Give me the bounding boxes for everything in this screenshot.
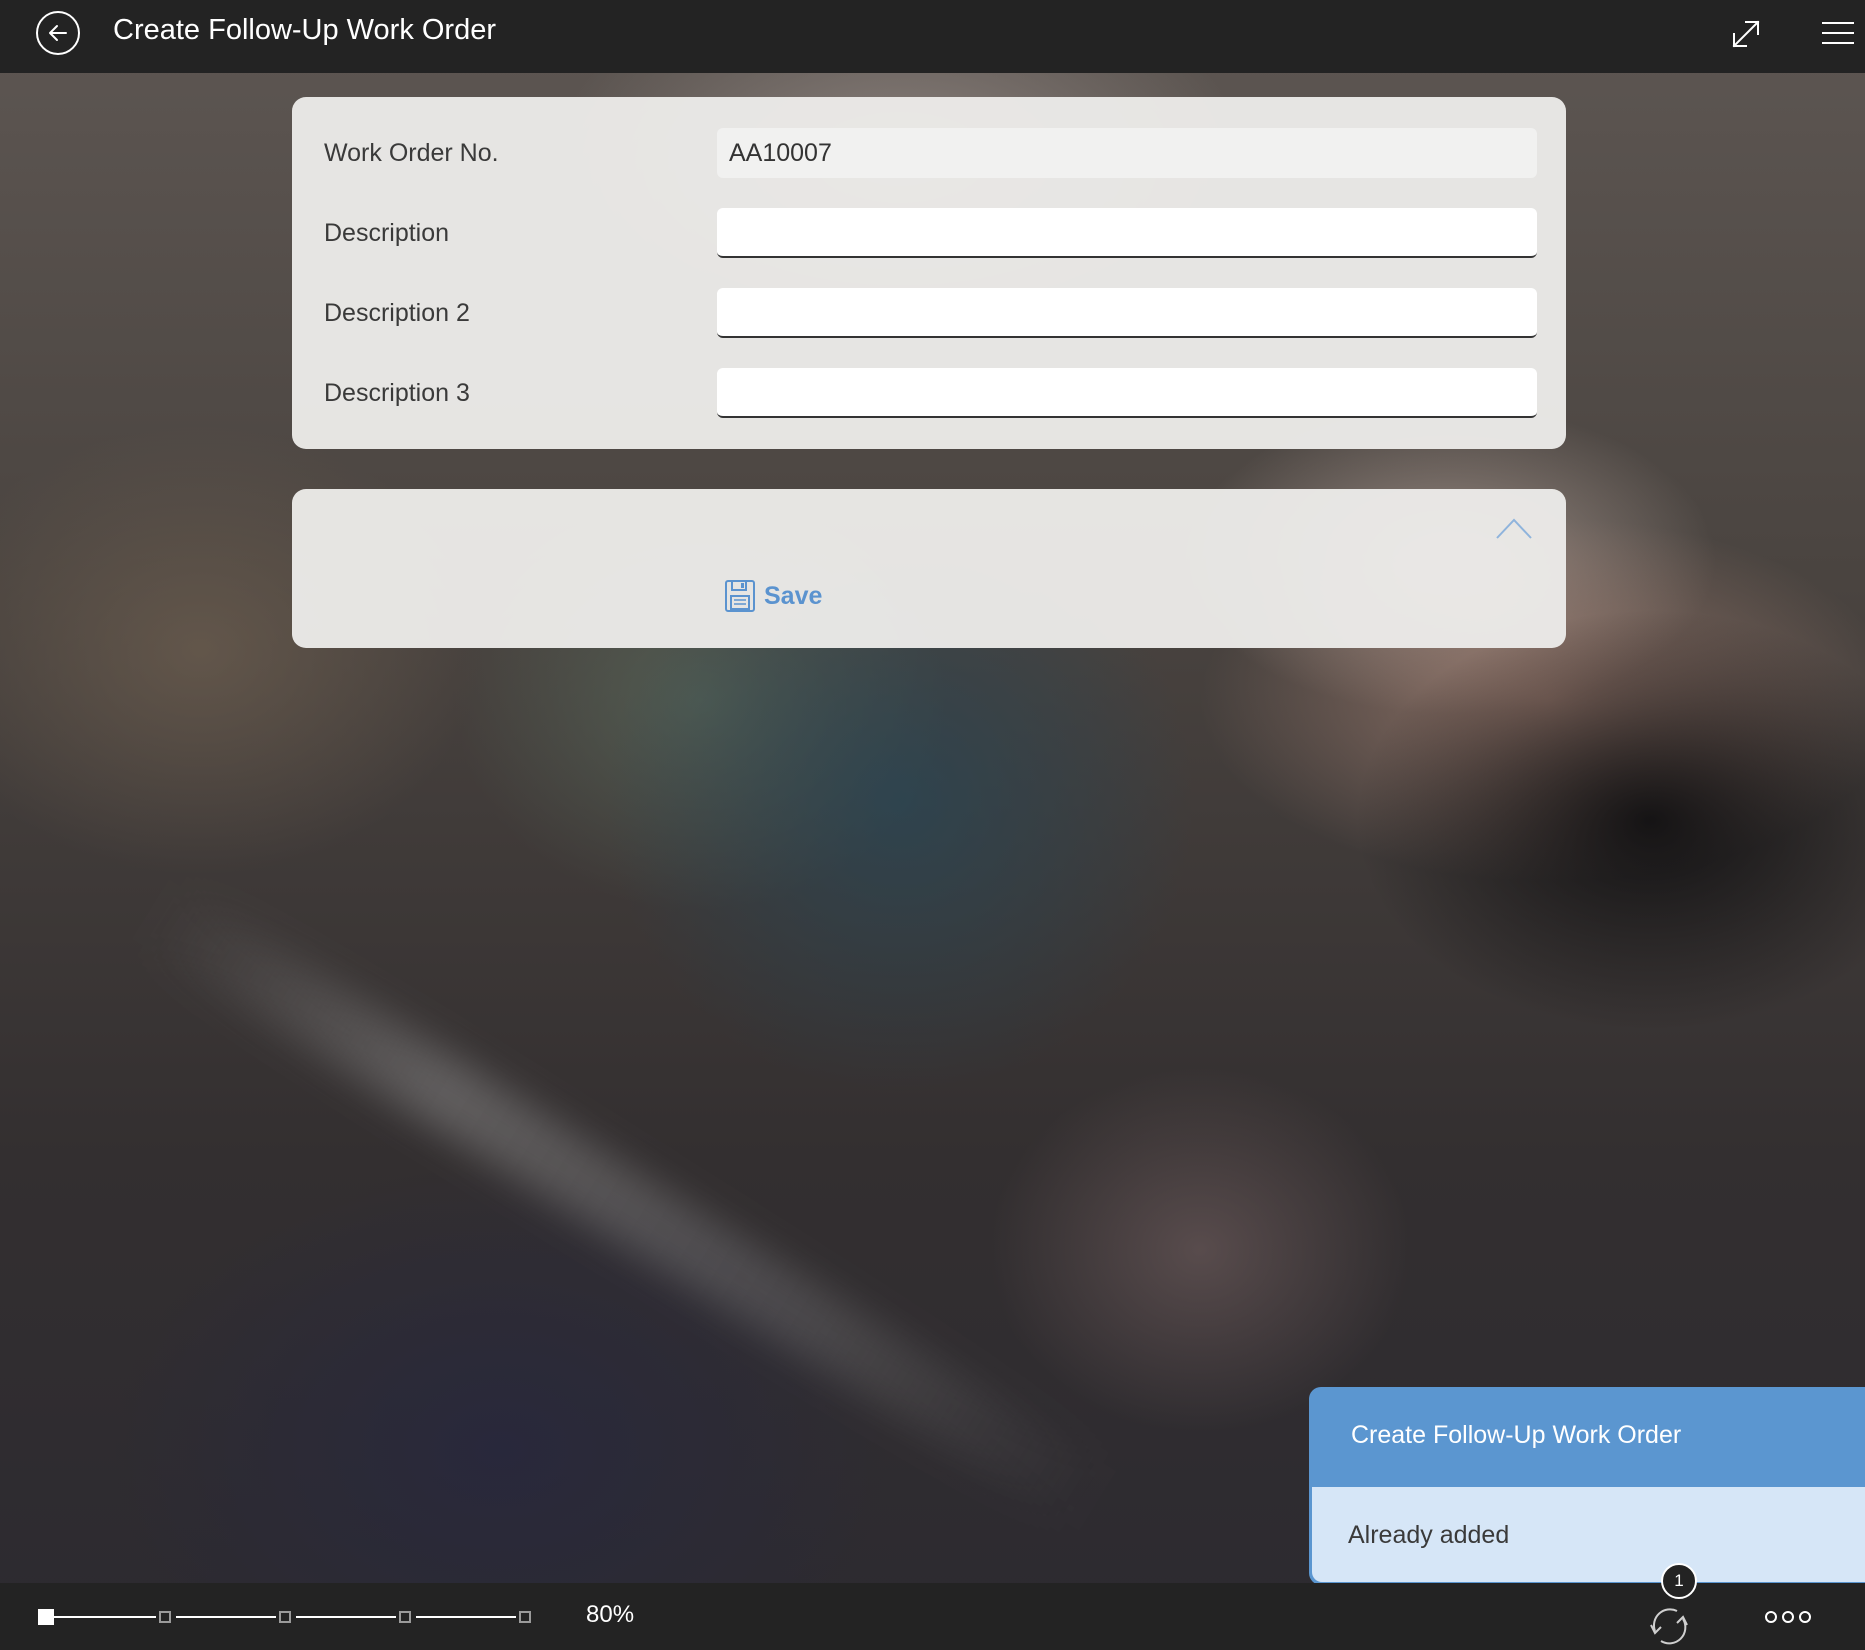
- zoom-slider[interactable]: [38, 1597, 538, 1637]
- notification-toast[interactable]: Create Follow-Up Work Order Already adde…: [1309, 1387, 1865, 1585]
- expand-button[interactable]: [1726, 14, 1766, 54]
- zoom-step-marker[interactable]: [399, 1611, 411, 1623]
- more-button[interactable]: [1763, 1603, 1813, 1631]
- floppy-disk-icon: [725, 580, 755, 612]
- expand-diagonal-icon: [1732, 20, 1760, 48]
- description-2-label: Description 2: [324, 299, 470, 327]
- zoom-step-marker[interactable]: [519, 1611, 531, 1623]
- work-order-no-field: AA10007: [717, 128, 1537, 178]
- notification-title: Create Follow-Up Work Order: [1351, 1421, 1682, 1449]
- title-bar: Create Follow-Up Work Order: [0, 0, 1865, 73]
- description-label: Description: [324, 219, 450, 247]
- description-3-label: Description 3: [324, 379, 470, 407]
- status-bar: 80% 1: [0, 1563, 1865, 1650]
- chevron-up-icon: [1496, 518, 1532, 539]
- menu-button[interactable]: [1818, 18, 1858, 48]
- description-field[interactable]: [717, 208, 1537, 258]
- sync-count-badge: 1: [1661, 1563, 1697, 1599]
- page-title: Create Follow-Up Work Order: [113, 14, 497, 46]
- collapse-button[interactable]: [1495, 514, 1533, 542]
- save-button[interactable]: Save: [724, 577, 822, 615]
- work-order-form: Work Order No. AA10007 Description Descr…: [292, 97, 1566, 449]
- zoom-slider-thumb[interactable]: [38, 1609, 54, 1625]
- actions-panel: Save: [292, 489, 1566, 648]
- notification-body: Already added: [1312, 1487, 1865, 1582]
- zoom-level-text: 80%: [586, 1601, 635, 1628]
- description-3-field[interactable]: [717, 368, 1537, 418]
- save-label: Save: [764, 581, 823, 610]
- app-window: Create Follow-Up Work Order Work Order N…: [0, 0, 1865, 1650]
- zoom-step-marker[interactable]: [159, 1611, 171, 1623]
- hamburger-menu-icon: [1822, 22, 1854, 44]
- description-2-field[interactable]: [717, 288, 1537, 338]
- back-button[interactable]: [36, 11, 80, 55]
- zoom-step-marker[interactable]: [279, 1611, 291, 1623]
- more-dots-icon: [1765, 1611, 1811, 1623]
- zoom-slider-track: [38, 1609, 531, 1625]
- notification-message: Already added: [1348, 1521, 1510, 1549]
- arrow-left-circle-icon: [49, 25, 67, 41]
- work-order-no-label: Work Order No.: [324, 139, 499, 167]
